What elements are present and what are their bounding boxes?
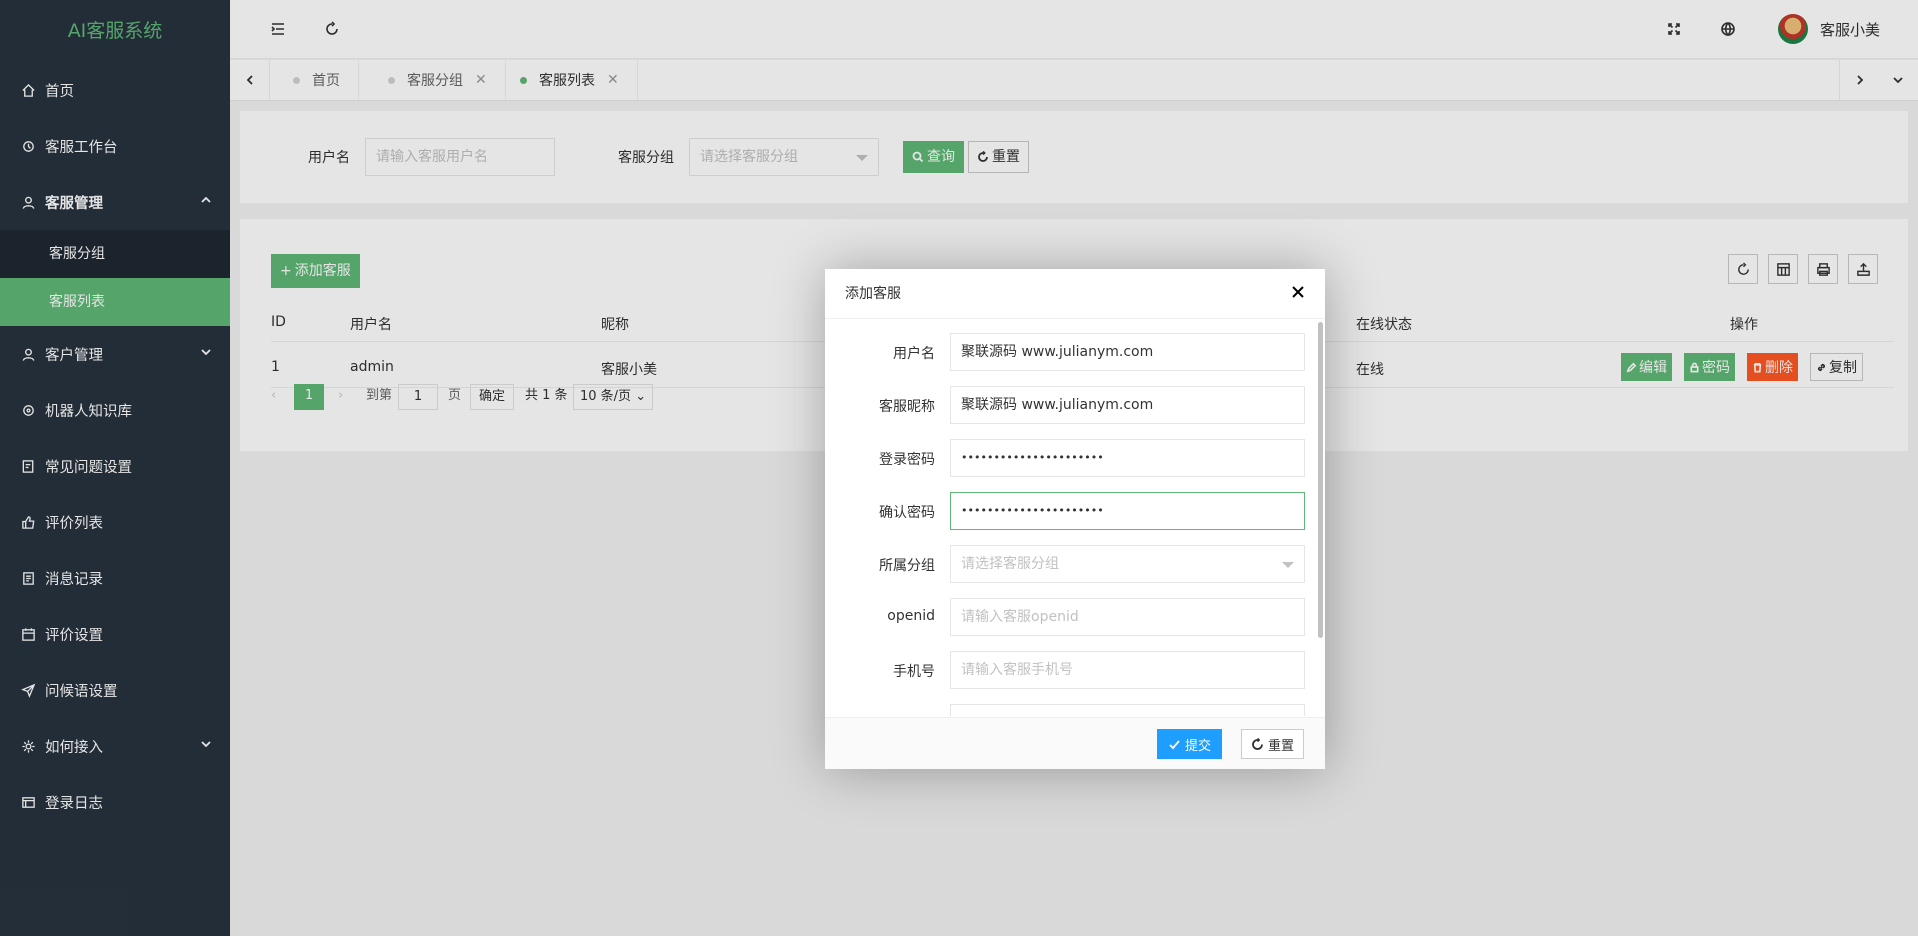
add-agent-dialog: 添加客服 用户名 聚联源码 www.julianym.com 客服昵称 聚联源码… (825, 269, 1325, 769)
field-label: openid (887, 608, 935, 624)
dialog-body: 用户名 聚联源码 www.julianym.com 客服昵称 聚联源码 www.… (825, 320, 1325, 716)
openid-field[interactable]: 请输入客服openid (950, 598, 1305, 636)
submit-button[interactable]: 提交 (1157, 729, 1223, 759)
nickname-field[interactable]: 聚联源码 www.julianym.com (950, 386, 1305, 424)
username-field[interactable]: 聚联源码 www.julianym.com (950, 333, 1305, 371)
check-icon (1169, 739, 1180, 749)
next-field[interactable] (950, 704, 1305, 716)
confirm-password-field[interactable]: •••••••••••••••••••••• (950, 492, 1305, 530)
dialog-scrollbar[interactable] (1318, 322, 1323, 638)
phone-field[interactable]: 请输入客服手机号 (950, 651, 1305, 689)
field-label: 登录密码 (879, 452, 935, 468)
dialog-reset-button[interactable]: 重置 (1241, 729, 1305, 759)
field-label: 确认密码 (879, 505, 935, 521)
close-icon[interactable] (1290, 284, 1310, 304)
password-field[interactable]: •••••••••••••••••••••• (950, 439, 1305, 477)
group-select[interactable]: 请选择客服分组 (950, 545, 1305, 583)
field-label: 用户名 (893, 346, 935, 362)
field-label: 客服昵称 (879, 399, 935, 415)
field-label: 手机号 (893, 664, 935, 680)
field-label: 所属分组 (879, 558, 935, 574)
caret-down-icon (1282, 562, 1294, 568)
refresh-icon (1252, 737, 1263, 750)
dialog-footer: 提交 重置 (825, 717, 1325, 769)
dialog-title: 添加客服 (825, 269, 1325, 319)
